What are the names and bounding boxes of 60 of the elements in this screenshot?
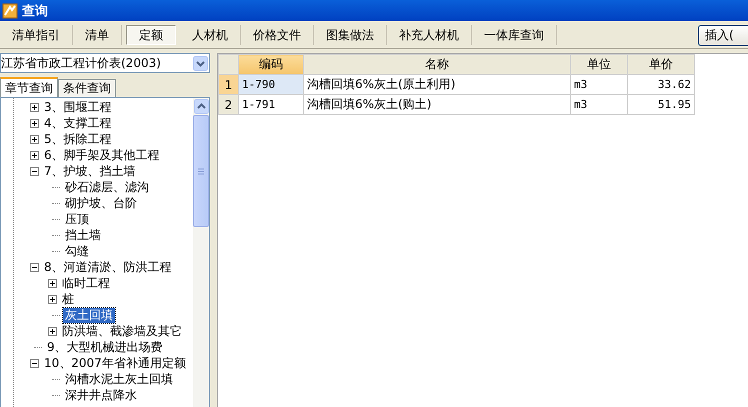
- tree-item[interactable]: 压顶: [63, 212, 91, 226]
- expand-icon[interactable]: [48, 294, 57, 304]
- tree-item[interactable]: 3、围堰工程: [42, 100, 114, 114]
- tab[interactable]: 定额: [126, 25, 176, 45]
- collapse-icon[interactable]: [30, 358, 39, 368]
- tab[interactable]: 图集做法: [314, 25, 387, 45]
- tree-item[interactable]: 6、脚手架及其他工程: [42, 148, 162, 162]
- library-select[interactable]: 江苏省市政工程计价表(2003): [0, 53, 210, 73]
- tab[interactable]: 条件查询: [58, 79, 116, 97]
- expand-icon[interactable]: [30, 134, 39, 144]
- tab[interactable]: 价格文件: [241, 25, 314, 45]
- tab[interactable]: 人材机: [180, 25, 241, 45]
- tree-item[interactable]: 灰土回填: [63, 308, 115, 322]
- column-header[interactable]: 名称: [304, 54, 570, 74]
- row-number: 2: [218, 94, 238, 114]
- table-cell: m3: [570, 94, 628, 114]
- tree-item[interactable]: 7、护坡、挡土墙: [42, 164, 138, 178]
- table-cell: 沟槽回填6%灰土(购土): [304, 94, 570, 114]
- table-cell: 33.62: [628, 74, 694, 94]
- column-header[interactable]: 单价: [628, 54, 694, 74]
- tree-item[interactable]: 5、拆除工程: [42, 132, 114, 146]
- insert-button[interactable]: 插入(: [698, 24, 748, 46]
- table-cell: 1-790: [238, 74, 304, 94]
- tree-item[interactable]: 10、2007年省补通用定额: [42, 356, 188, 370]
- table-cell: 1-791: [238, 94, 304, 114]
- scroll-up-icon[interactable]: [194, 99, 208, 114]
- app-icon: [2, 2, 18, 18]
- tab[interactable]: 补充人材机: [387, 25, 472, 45]
- scrollbar[interactable]: [193, 98, 209, 407]
- tree-item[interactable]: 防洪墙、截渗墙及其它: [60, 324, 184, 338]
- grip-icon: [198, 168, 204, 174]
- tree-item[interactable]: 4、支撑工程: [42, 116, 114, 130]
- tab[interactable]: 章节查询: [0, 77, 58, 97]
- expand-icon[interactable]: [30, 150, 39, 160]
- tree-item[interactable]: 深井井点降水: [63, 388, 139, 402]
- tab[interactable]: 清单指引: [0, 25, 73, 45]
- tab[interactable]: 一体库查询: [472, 25, 557, 45]
- table-cell: m3: [570, 74, 628, 94]
- table-cell: 51.95: [628, 94, 694, 114]
- column-header[interactable]: 编码: [238, 54, 304, 74]
- tree-item[interactable]: 沟槽水泥土灰土回填: [63, 372, 175, 386]
- tree-item[interactable]: 挡土墙: [63, 228, 103, 242]
- tree-item[interactable]: 桩: [60, 292, 76, 306]
- expand-icon[interactable]: [30, 118, 39, 128]
- tree-item[interactable]: 8、河道清淤、防洪工程: [42, 260, 174, 274]
- expand-icon[interactable]: [48, 326, 57, 336]
- tree-item[interactable]: 勾缝: [63, 244, 91, 258]
- window-title: 查询: [22, 2, 48, 20]
- row-number: 1: [218, 74, 238, 94]
- collapse-icon[interactable]: [30, 262, 39, 272]
- expand-icon[interactable]: [30, 102, 39, 112]
- expand-icon[interactable]: [48, 278, 57, 288]
- tree-item[interactable]: 临时工程: [60, 276, 112, 290]
- tree-item[interactable]: 砌护坡、台阶: [63, 196, 139, 210]
- tree-item[interactable]: 9、大型机械进出场费: [45, 340, 165, 354]
- tree-item[interactable]: 砂石滤层、滤沟: [63, 180, 151, 194]
- column-header[interactable]: 单位: [570, 54, 628, 74]
- collapse-icon[interactable]: [30, 166, 39, 176]
- table-cell: 沟槽回填6%灰土(原土利用): [304, 74, 570, 94]
- tab[interactable]: 清单: [73, 25, 122, 45]
